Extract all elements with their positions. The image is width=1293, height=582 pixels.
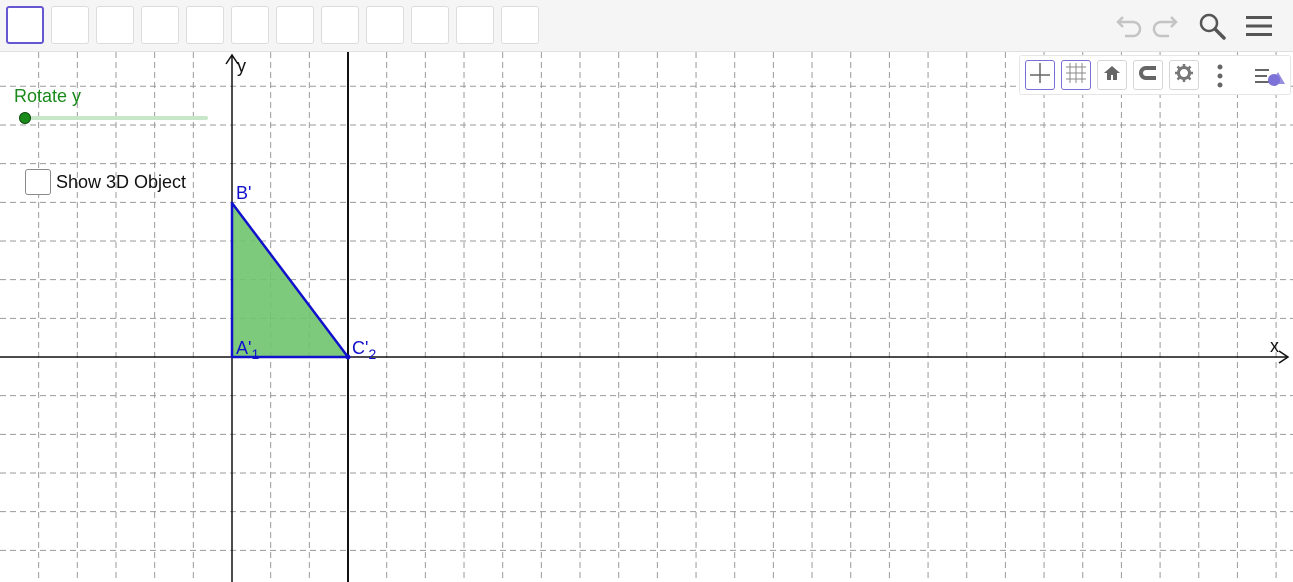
grid-toggle-button[interactable] xyxy=(1061,60,1091,90)
tool-button-11[interactable] xyxy=(456,6,494,44)
toolbar xyxy=(0,0,1293,52)
slider-track[interactable] xyxy=(25,116,208,120)
point-c-marker xyxy=(345,354,351,360)
axes-icon xyxy=(1028,61,1052,90)
search-icon[interactable] xyxy=(1196,10,1228,42)
show-3d-checkbox[interactable] xyxy=(25,169,51,195)
point-a-label: A'1 xyxy=(236,338,260,362)
x-axis-label: x xyxy=(1270,336,1279,356)
grid-icon xyxy=(1064,61,1088,90)
hamburger-menu-icon[interactable] xyxy=(1243,10,1275,42)
graphics-style-bar xyxy=(1019,55,1291,95)
slider-thumb[interactable] xyxy=(19,112,31,124)
tool-button-12[interactable] xyxy=(501,6,539,44)
point-capturing-button[interactable] xyxy=(1133,60,1163,90)
tool-button-3[interactable] xyxy=(96,6,134,44)
tool-button-9[interactable] xyxy=(366,6,404,44)
point-c-label: C'2 xyxy=(352,338,377,362)
y-axis-label: y xyxy=(237,56,246,76)
standard-view-button[interactable] xyxy=(1097,60,1127,90)
tool-button-6[interactable] xyxy=(231,6,269,44)
home-icon xyxy=(1102,63,1122,88)
tool-button-2[interactable] xyxy=(51,6,89,44)
algebra-view-icon[interactable] xyxy=(1252,62,1288,90)
point-b-label: B' xyxy=(236,183,252,203)
show-3d-checkbox-label[interactable]: Show 3D Object xyxy=(56,172,186,193)
magnet-icon xyxy=(1136,63,1160,88)
axes-toggle-button[interactable] xyxy=(1025,60,1055,90)
tool-button-1[interactable] xyxy=(6,6,44,44)
redo-icon[interactable] xyxy=(1150,10,1182,42)
grid xyxy=(0,52,1293,582)
gear-icon xyxy=(1174,63,1194,88)
tool-button-7[interactable] xyxy=(276,6,314,44)
settings-button[interactable] xyxy=(1169,60,1199,90)
graphics-view[interactable] xyxy=(0,52,1293,582)
tool-button-4[interactable] xyxy=(141,6,179,44)
tool-button-8[interactable] xyxy=(321,6,359,44)
tool-button-10[interactable] xyxy=(411,6,449,44)
tool-button-5[interactable] xyxy=(186,6,224,44)
undo-icon[interactable] xyxy=(1112,10,1144,42)
more-vertical-icon[interactable] xyxy=(1213,62,1227,90)
slider-label: Rotate y xyxy=(14,86,82,106)
